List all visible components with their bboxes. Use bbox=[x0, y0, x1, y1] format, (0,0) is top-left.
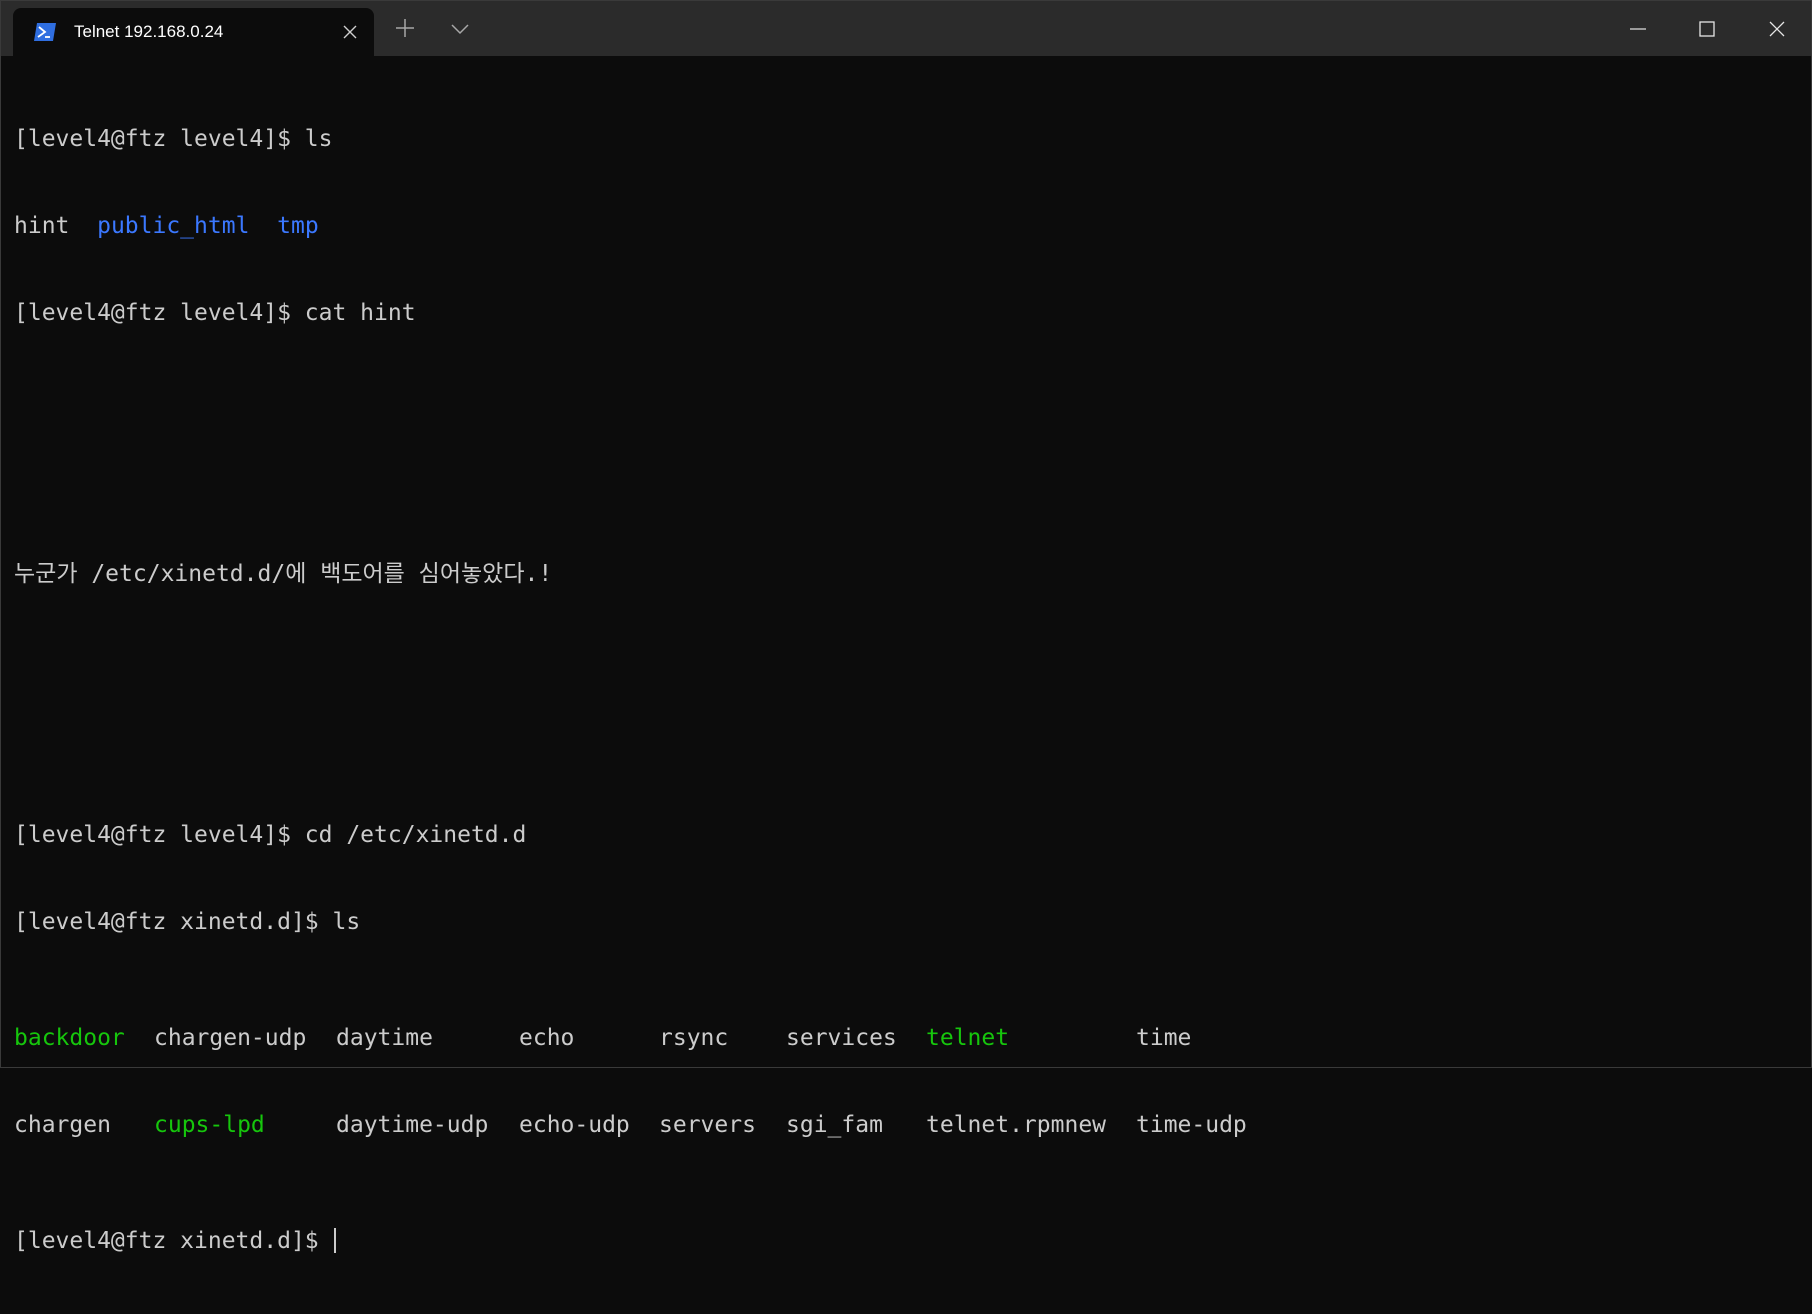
file-entry: services bbox=[786, 1025, 897, 1051]
maximize-icon[interactable] bbox=[1673, 1, 1741, 56]
terminal-line: [level4@ftz level4]$ cd /etc/xinetd.d bbox=[14, 822, 527, 848]
terminal-window: Telnet 192.168.0.24 [level4@ftz level4]$… bbox=[0, 0, 1812, 1254]
minimize-icon[interactable] bbox=[1604, 1, 1672, 56]
close-tab-icon[interactable] bbox=[340, 22, 360, 42]
prompt: [level4@ftz xinetd.d]$ bbox=[14, 1228, 333, 1254]
hint-text: 누군가 /etc/xinetd.d/에 백도어를 심어놓았다.! bbox=[14, 561, 553, 587]
dir-tmp: tmp bbox=[277, 213, 319, 239]
file-entry: daytime-udp bbox=[336, 1112, 489, 1138]
file-entry: chargen-udp bbox=[154, 1025, 307, 1051]
file-entry: cups-lpd bbox=[154, 1112, 265, 1138]
powershell-icon bbox=[33, 22, 57, 42]
file-entry: time-udp bbox=[1136, 1112, 1247, 1138]
text-cursor bbox=[333, 1228, 336, 1253]
tab-telnet[interactable]: Telnet 192.168.0.24 bbox=[13, 8, 374, 56]
tab-title: Telnet 192.168.0.24 bbox=[74, 22, 224, 41]
new-tab-icon[interactable] bbox=[393, 16, 417, 42]
ls-output-row: chargen cups-lpd daytime-udp echo-udp se… bbox=[14, 1111, 1801, 1140]
file-entry: sgi_fam bbox=[786, 1112, 883, 1138]
terminal-line: [level4@ftz level4]$ ls bbox=[14, 126, 333, 152]
title-bar[interactable]: Telnet 192.168.0.24 bbox=[1, 1, 1811, 56]
file-entry: rsync bbox=[659, 1025, 729, 1051]
close-icon[interactable] bbox=[1743, 1, 1811, 56]
terminal-output[interactable]: [level4@ftz level4]$ ls hint public_html… bbox=[14, 67, 1801, 1254]
terminal-line: [level4@ftz level4]$ cat hint bbox=[14, 300, 416, 326]
file-entry: servers bbox=[659, 1112, 756, 1138]
ls-output-line: hint public_html tmp bbox=[14, 212, 1801, 241]
ls-output-row: backdoor chargen-udp daytime echo rsync … bbox=[14, 1024, 1801, 1053]
file-entry: daytime bbox=[336, 1025, 433, 1051]
dropdown-chevron-icon[interactable] bbox=[449, 18, 473, 42]
file-hint: hint bbox=[14, 213, 70, 239]
file-entry: time bbox=[1136, 1025, 1192, 1051]
dir-public-html: public_html bbox=[97, 213, 250, 239]
file-entry: chargen bbox=[14, 1112, 111, 1138]
prompt-line[interactable]: [level4@ftz xinetd.d]$ bbox=[14, 1227, 1801, 1256]
file-entry: echo-udp bbox=[519, 1112, 630, 1138]
file-entry: backdoor bbox=[14, 1025, 125, 1051]
file-entry: echo bbox=[519, 1025, 575, 1051]
file-entry: telnet.rpmnew bbox=[926, 1112, 1107, 1138]
terminal-line: [level4@ftz xinetd.d]$ ls bbox=[14, 909, 361, 935]
file-entry: telnet bbox=[926, 1025, 1010, 1051]
